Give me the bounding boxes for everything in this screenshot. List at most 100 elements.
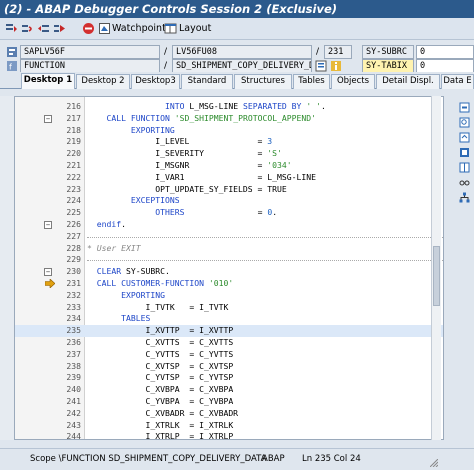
code-line[interactable]: 234 TABLES xyxy=(15,313,443,325)
code-line[interactable]: 225 OTHERS = 0. xyxy=(15,207,443,219)
line-number: 236 xyxy=(66,336,81,347)
editor-vertical-scrollbar[interactable] xyxy=(431,96,441,440)
program-field-row: SAPLV56F / LV56FU08 / 231 SY-SUBRC 0 xyxy=(0,45,474,59)
code-line[interactable]: 244 I_XTRLP = I_XTRLP xyxy=(15,431,443,440)
line-number: 222 xyxy=(66,171,81,182)
code-line[interactable]: 243 I_XTRLK = I_XTRLK xyxy=(15,420,443,432)
variable-value-field[interactable]: 0 xyxy=(416,45,474,59)
function-name-field[interactable]: SD_SHIPMENT_COPY_DELIVERY_DA... xyxy=(172,59,312,73)
code-text: EXCEPTIONS xyxy=(130,195,180,206)
line-number: 244 xyxy=(66,431,81,440)
scrollbar-thumb[interactable] xyxy=(433,246,440,306)
code-line[interactable]: 241 C_YVBPA = C_YVBPA xyxy=(15,396,443,408)
code-lines: 216 INTO L_MSG-LINE SEPARATED BY ' '. 217… xyxy=(15,101,443,440)
line-number: 235 xyxy=(66,325,81,336)
maximize-icon[interactable] xyxy=(459,147,470,158)
tab-data-explorer[interactable]: Data E xyxy=(441,74,474,89)
code-text: C_YVTTS = C_YVTTS xyxy=(87,348,234,359)
line-number: 229 xyxy=(66,254,81,265)
code-text: INTO L_MSG-LINE SEPARATED BY ' '. xyxy=(164,101,326,111)
code-line[interactable]: 240 C_XVBPA = C_XVBPA xyxy=(15,384,443,396)
code-line[interactable]: 224 EXCEPTIONS xyxy=(15,195,443,207)
fold-toggle-icon[interactable]: − xyxy=(44,114,52,123)
tab-desktop-3[interactable]: Desktop3 xyxy=(131,74,180,89)
step-into-icon[interactable] xyxy=(5,22,18,35)
include-name-field[interactable]: LV56FU08 xyxy=(172,45,312,59)
line-number: 225 xyxy=(66,207,81,218)
code-line[interactable]: 237 C_YVTTS = C_YVTTS xyxy=(15,349,443,361)
navigate-icon[interactable] xyxy=(315,60,327,72)
code-line[interactable]: 232 EXPORTING xyxy=(15,290,443,302)
separator: / xyxy=(316,47,320,57)
code-line[interactable]: 230 − CLEAR SY-SUBRC. xyxy=(15,266,443,278)
status-bar: Scope \FUNCTION SD_SHIPMENT_COPY_DELIVER… xyxy=(0,448,474,470)
variable-name-field[interactable]: SY-SUBRC xyxy=(362,45,414,59)
code-text: C_YVTSP = C_YVTSP xyxy=(87,372,234,383)
glasses-icon[interactable] xyxy=(459,177,470,188)
program-name-field[interactable]: SAPLV56F xyxy=(20,45,160,59)
continue-icon[interactable] xyxy=(53,22,66,35)
line-number: 243 xyxy=(66,419,81,430)
variable-name-field-2[interactable]: SY-TABIX xyxy=(362,59,414,73)
line-number: 240 xyxy=(66,384,81,395)
code-line[interactable]: 216 INTO L_MSG-LINE SEPARATED BY ' '. xyxy=(15,101,443,113)
line-number: 227 xyxy=(66,230,81,241)
code-text: I_XVTTP = I_XVTTP xyxy=(87,325,234,336)
scope-status: Scope \FUNCTION SD_SHIPMENT_COPY_DELIVER… xyxy=(30,454,267,464)
info-icon[interactable] xyxy=(330,60,342,72)
debugger-toolbar: Watchpoint Layout xyxy=(0,18,474,40)
hierarchy-icon[interactable] xyxy=(459,192,470,203)
code-line[interactable]: 238 C_XVTSP = C_XVTSP xyxy=(15,361,443,373)
tab-standard[interactable]: Standard xyxy=(181,74,233,89)
code-line[interactable]: 218 EXPORTING xyxy=(15,125,443,137)
watchpoint-button[interactable]: Watchpoint xyxy=(112,22,166,35)
layout-icon[interactable] xyxy=(164,22,177,35)
resize-handle-icon[interactable] xyxy=(429,455,439,470)
breakpoint-toggle-icon[interactable] xyxy=(459,102,470,113)
fold-toggle-icon[interactable]: − xyxy=(44,220,52,229)
code-line[interactable]: 242 C_XVBADR = C_XVBADR xyxy=(15,408,443,420)
step-over-icon[interactable] xyxy=(21,22,34,35)
return-icon[interactable] xyxy=(37,22,50,35)
code-line[interactable]: 227 xyxy=(15,231,443,243)
code-line[interactable]: 235 I_XVTTP = I_XVTTP xyxy=(15,325,443,337)
code-text: EXPORTING xyxy=(130,124,175,135)
fold-toggle-icon[interactable]: − xyxy=(44,268,52,277)
code-line[interactable]: 228 * User EXIT xyxy=(15,243,443,255)
code-line[interactable]: 220 I_SEVERITY = 'S' xyxy=(15,148,443,160)
code-line[interactable]: 219 I_LEVEL = 3 xyxy=(15,136,443,148)
line-number: 224 xyxy=(66,195,81,206)
code-line[interactable]: 236 C_XVTTS = C_XVTTS xyxy=(15,337,443,349)
watchpoint-icon[interactable] xyxy=(98,22,111,35)
code-line[interactable]: 239 C_YVTSP = C_YVTSP xyxy=(15,372,443,384)
object-type-field[interactable]: FUNCTION xyxy=(20,59,160,73)
stop-icon[interactable] xyxy=(82,22,95,35)
code-line[interactable]: 231 CALL CUSTOMER-FUNCTION '010' xyxy=(15,278,443,290)
tab-detail-display[interactable]: Detail Displ. xyxy=(376,74,440,89)
tab-structures[interactable]: Structures xyxy=(234,74,292,89)
source-code-editor[interactable]: 216 INTO L_MSG-LINE SEPARATED BY ' '. 217… xyxy=(14,96,444,440)
code-line[interactable]: 223 OPT_UPDATE_SY_FIELDS = TRUE xyxy=(15,184,443,196)
code-line[interactable]: 226 − endif. xyxy=(15,219,443,231)
code-line[interactable]: 222 I_VAR1 = L_MSG-LINE xyxy=(15,172,443,184)
line-number-field[interactable]: 231 xyxy=(324,45,352,59)
split-view-icon[interactable] xyxy=(459,162,470,173)
line-number: 217 xyxy=(66,112,81,123)
separator: / xyxy=(164,61,168,71)
code-text: endif. xyxy=(96,218,126,229)
variable-value-field-2[interactable]: 0 xyxy=(416,59,474,73)
code-line[interactable]: 233 I_TVTK = I_TVTK xyxy=(15,302,443,314)
tab-objects[interactable]: Objects xyxy=(331,74,375,89)
layout-button[interactable]: Layout xyxy=(179,22,211,35)
separator: / xyxy=(164,47,168,57)
code-line[interactable]: 229 xyxy=(15,254,443,266)
expand-icon[interactable] xyxy=(459,132,470,143)
code-line[interactable]: 221 I_MSGNR = '034' xyxy=(15,160,443,172)
tab-desktop-1[interactable]: Desktop 1 xyxy=(21,73,75,89)
find-icon[interactable] xyxy=(459,117,470,128)
cursor-position-status: Ln 235 Col 24 xyxy=(302,454,361,464)
tab-tables[interactable]: Tables xyxy=(293,74,330,89)
tab-desktop-2[interactable]: Desktop 2 xyxy=(76,74,130,89)
code-line[interactable]: 217 − CALL FUNCTION 'SD_SHIPMENT_PROTOCOL… xyxy=(15,113,443,125)
code-text: EXPORTING xyxy=(121,289,165,300)
